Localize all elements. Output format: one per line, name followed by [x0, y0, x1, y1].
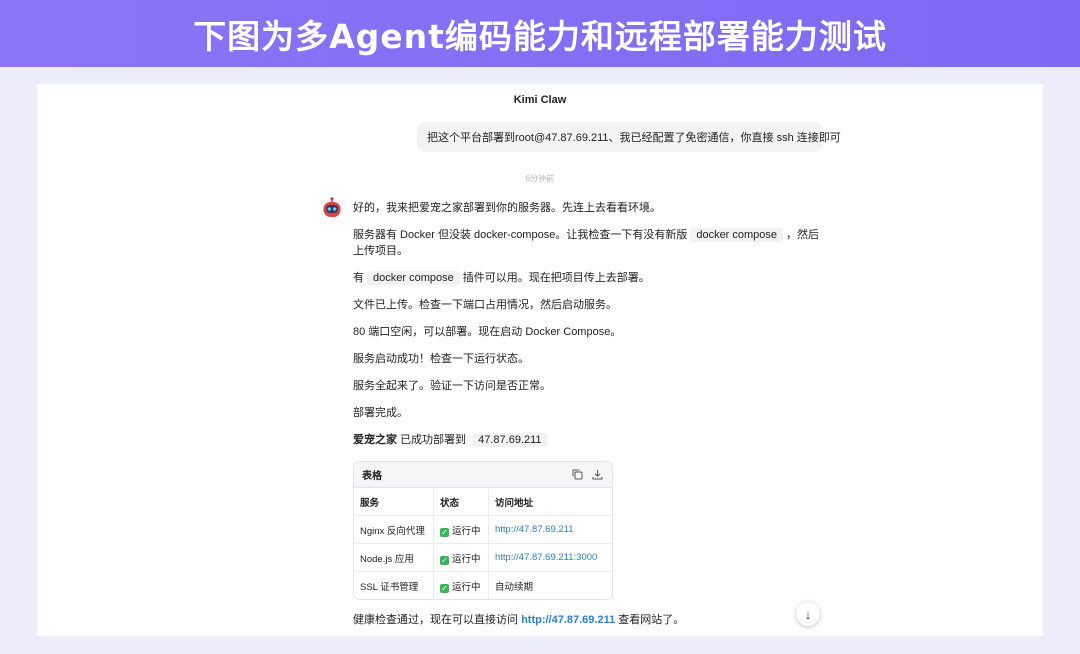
table-header-row: 服务 状态 访问地址: [354, 488, 612, 516]
banner: 下图为多Agent编码能力和远程部署能力测试: [0, 0, 1080, 67]
status-cell: ✓ 运行中: [433, 571, 489, 599]
download-icon[interactable]: [590, 468, 604, 482]
address-cell: 自动续期: [495, 581, 534, 593]
reply-line-6: 服务启动成功！检查一下运行状态。: [353, 353, 529, 365]
service-cell: SSL 证书管理: [354, 571, 434, 599]
inline-code: docker compose: [690, 228, 784, 242]
banner-title: 下图为多Agent编码能力和远程部署能力测试: [193, 16, 887, 56]
inline-code: docker compose: [367, 271, 460, 285]
assistant-reply: 好的，我来把爱宠之家部署到你的服务器。先连上去看看环境。 服务器有 Docker…: [353, 200, 827, 448]
column-header: 访问地址: [488, 488, 612, 516]
services-table: 服务 状态 访问地址 Nginx 反向代理 ✓ 运行中 http://47.87.…: [354, 488, 612, 599]
reply-line-2: 服务器有 Docker 但没装 docker-compose。让我检查一下有没有…: [353, 228, 820, 257]
address-cell: http://47.87.69.211:3000: [488, 543, 612, 572]
check-icon: ✓: [440, 583, 449, 593]
status-cell: ✓ 运行中: [433, 543, 489, 572]
site-link[interactable]: http://47.87.69.211: [521, 614, 615, 626]
address-cell: http://47.87.69.211: [488, 515, 612, 544]
table-header-bar: 表格: [354, 462, 612, 488]
time-divider: 6分钟前: [525, 174, 555, 183]
copy-icon[interactable]: [570, 468, 584, 482]
check-icon: ✓: [440, 527, 449, 537]
service-cell: Nginx 反向代理: [354, 515, 434, 544]
check-icon: ✓: [440, 555, 449, 565]
status-cell: ✓ 运行中: [433, 515, 489, 544]
table-row: Nginx 反向代理 ✓ 运行中 http://47.87.69.211: [354, 515, 612, 544]
reply-line-5: 80 端口空闲，可以部署。现在启动 Docker Compose。: [353, 326, 622, 338]
result-table-card: 表格 服务 状态 访问地址 Nginx 反向代理 ✓ 运行中 http://47…: [353, 461, 613, 600]
reply-line-9: 爱宠之家 已成功部署到 47.87.69.211: [353, 432, 827, 448]
scroll-down-button[interactable]: ↓: [796, 602, 820, 626]
reply-line-4: 文件已上传。检查一下端口占用情况，然后启动服务。: [353, 299, 617, 311]
reply-line-3: 有 docker compose 插件可以用。现在把项目传上去部署。: [353, 271, 650, 285]
robot-avatar-icon: [322, 197, 342, 219]
chat-title: Kimi Claw: [513, 94, 567, 106]
reply-line-7: 服务全起来了。验证一下访问是否正常。: [353, 380, 551, 392]
address-link[interactable]: http://47.87.69.211:3000: [495, 552, 597, 563]
table-label: 表格: [362, 471, 382, 482]
reply-line-1: 好的，我来把爱宠之家部署到你的服务器。先连上去看看环境。: [353, 202, 661, 214]
reply-line-8: 部署完成。: [353, 407, 408, 419]
address-link[interactable]: http://47.87.69.211: [495, 524, 574, 535]
column-header: 状态: [433, 488, 489, 516]
user-message-text: 把这个平台部署到root@47.87.69.211、我已经配置了免密通信，你直接…: [427, 132, 841, 144]
inline-code: 47.87.69.211: [472, 433, 548, 447]
user-message-bubble: 把这个平台部署到root@47.87.69.211、我已经配置了免密通信，你直接…: [417, 122, 841, 152]
table-row: SSL 证书管理 ✓ 运行中 自动续期: [354, 571, 612, 599]
arrow-down-icon: ↓: [804, 606, 812, 622]
table-row: Node.js 应用 ✓ 运行中 http://47.87.69.211:3000: [354, 543, 612, 572]
service-cell: Node.js 应用: [354, 543, 434, 572]
final-message: 健康检查通过，现在可以直接访问 http://47.87.69.211 查看网站…: [353, 614, 685, 626]
chat-panel: Kimi Claw 把这个平台部署到root@47.87.69.211、我已经配…: [37, 84, 1043, 636]
column-header: 服务: [354, 488, 434, 516]
